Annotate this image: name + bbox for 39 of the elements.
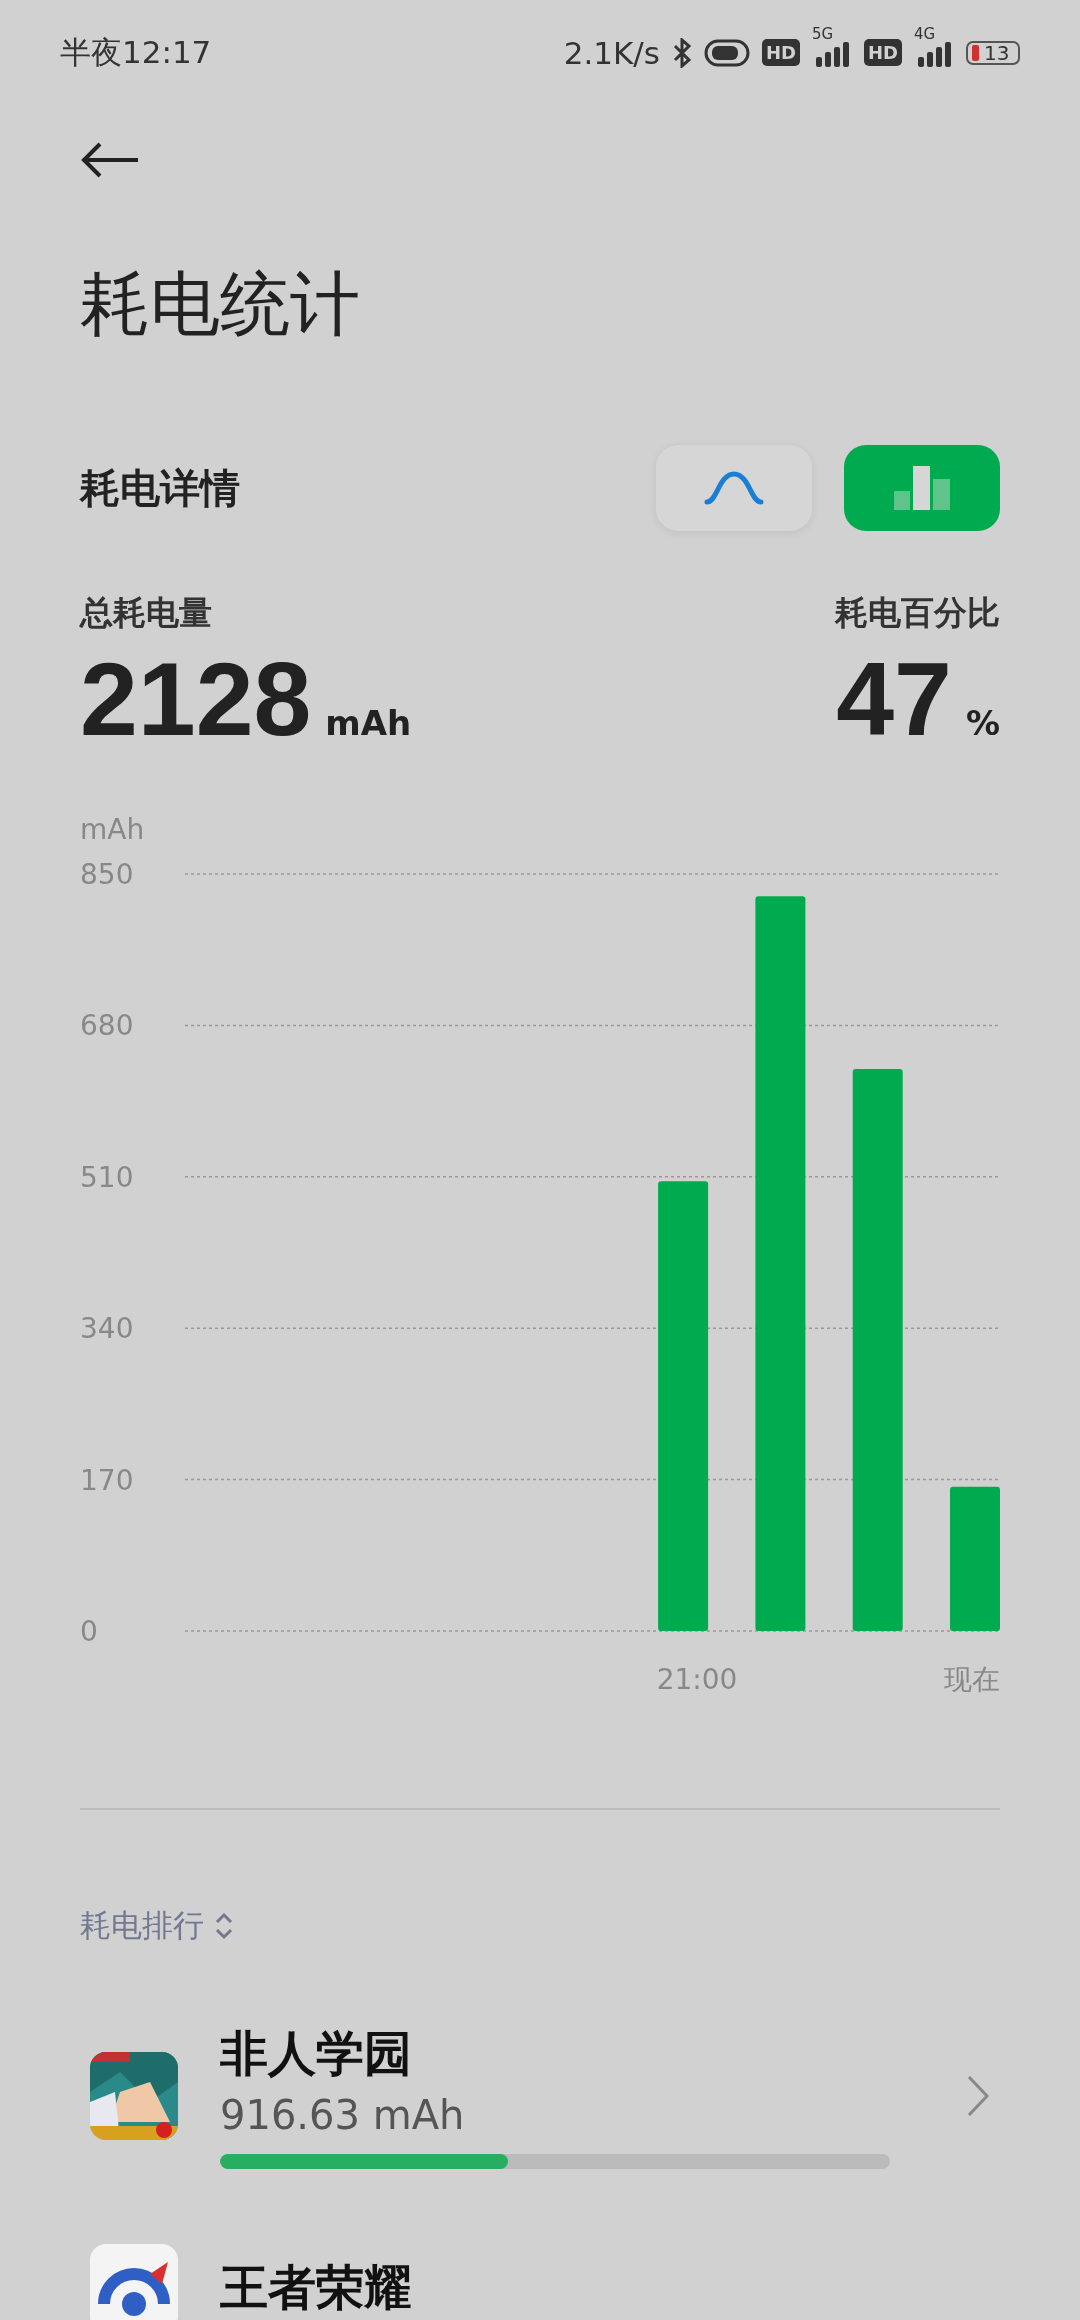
x-tick-label: 21:00 [656,1663,738,1696]
battery-percent: 13 [984,40,1010,65]
curve-icon [704,471,764,505]
total-unit: % [965,703,1000,743]
app-row[interactable]: 王者荣耀 [80,2244,1000,2320]
back-arrow-icon[interactable] [80,140,140,180]
total-label: 总耗电量 [80,592,212,634]
app-usage: 916.63 mAh [220,2092,466,2138]
bar-view-button[interactable] [844,445,1000,531]
toggle-icon [703,38,750,67]
hd-badge: HD [761,39,800,66]
total-unit: mAh [325,703,412,743]
app-row[interactable]: 非人学园 916.63 mAh [80,2022,1000,2169]
total-label: 耗电百分比 [835,592,1000,634]
y-tick-label: 850 [80,858,134,891]
section-title: 耗电详情 [80,463,240,513]
y-tick-label: 510 [80,1160,134,1194]
network-speed: 2.1K/s [563,34,660,71]
network-type: 5G [812,24,834,43]
battery-level-icon [972,44,979,61]
page-title: 耗电统计 [80,262,361,347]
chevron-right-icon [966,2073,990,2118]
app-name: 非人学园 [220,2024,413,2083]
sort-icon [214,1911,234,1941]
y-tick-label: 340 [80,1312,134,1346]
clock: 半夜12:17 [60,32,212,72]
curve-view-button[interactable] [656,445,812,531]
total-value: 2128 [80,640,312,759]
hd-badge: HD [864,39,902,66]
network-type: 4G [914,24,936,43]
app-name: 王者荣耀 [220,2258,413,2317]
axis-unit: mAh [80,813,145,846]
bluetooth-icon [671,37,692,68]
x-tick-label: 现在 [944,1663,1000,1696]
total-value: 47 [836,640,952,759]
bar-chart-icon [894,466,950,510]
y-tick-label: 0 [80,1615,98,1648]
y-tick-label: 170 [80,1463,134,1497]
y-tick-label: 680 [80,1009,134,1043]
